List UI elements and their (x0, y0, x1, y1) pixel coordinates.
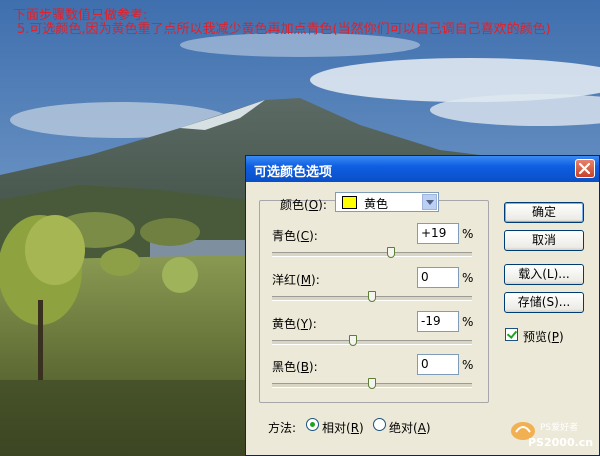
watermark: PS爱好者 PS2000.cn (510, 416, 600, 456)
selective-color-dialog: 可选颜色选项 颜色(O): 黄色 青色(C): +19 % 洋红(M): 0 %… (245, 155, 600, 456)
close-icon (578, 162, 591, 175)
yellow-slider-track[interactable] (272, 340, 472, 345)
relative-radio[interactable] (306, 418, 319, 431)
colors-dropdown[interactable]: 黄色 (335, 192, 439, 212)
cyan-label: 青色(C): (272, 229, 318, 243)
load-button[interactable]: 载入(L)... (504, 264, 584, 285)
absolute-label[interactable]: 绝对(A) (389, 419, 431, 436)
magenta-percent: % (462, 271, 474, 285)
magenta-input[interactable]: 0 (417, 267, 459, 288)
caption-line-2: 5.可选颜色,因为黄色重了点所以我减少黄色再加点青色(当然你们可以自己调自己喜欢… (17, 22, 551, 37)
save-button[interactable]: 存储(S)... (504, 292, 584, 313)
yellow-input[interactable]: -19 (417, 311, 459, 332)
colors-dropdown-value: 黄色 (364, 197, 389, 211)
ok-button[interactable]: 确定 (504, 202, 584, 223)
absolute-radio[interactable] (373, 418, 386, 431)
preview-checkbox[interactable] (505, 328, 518, 341)
cyan-input[interactable]: +19 (417, 223, 459, 244)
watermark-text-2: PS2000.cn (528, 436, 594, 449)
chevron-down-icon[interactable] (422, 194, 437, 210)
black-slider-thumb[interactable] (368, 378, 376, 389)
black-percent: % (462, 358, 474, 372)
black-input[interactable]: 0 (417, 354, 459, 375)
black-label: 黑色(B): (272, 360, 318, 374)
magenta-label: 洋红(M): (272, 273, 320, 287)
yellow-label: 黄色(Y): (272, 317, 317, 331)
cancel-button[interactable]: 取消 (504, 230, 584, 251)
cyan-slider-thumb[interactable] (387, 247, 395, 258)
method-label: 方法: (268, 421, 297, 435)
yellow-slider-thumb[interactable] (349, 335, 357, 346)
color-swatch (342, 196, 357, 209)
yellow-percent: % (462, 315, 474, 329)
preview-label[interactable]: 预览(P) (523, 328, 564, 345)
cyan-slider-track[interactable] (272, 252, 472, 257)
magenta-slider-thumb[interactable] (368, 291, 376, 302)
dialog-title-bar[interactable]: 可选颜色选项 (246, 156, 599, 182)
relative-label[interactable]: 相对(R) (322, 419, 364, 436)
close-button[interactable] (575, 159, 595, 178)
watermark-text-1: PS爱好者 (540, 423, 579, 433)
cyan-percent: % (462, 227, 474, 241)
dialog-title: 可选颜色选项 (254, 165, 333, 180)
colors-label: 颜色(O): (280, 198, 327, 212)
